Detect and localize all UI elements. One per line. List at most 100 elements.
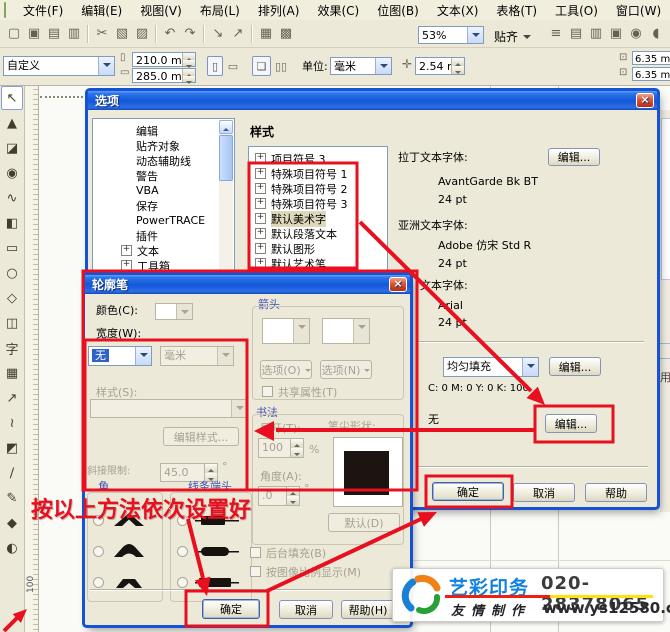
close-icon[interactable] (389, 277, 407, 292)
zoom-tool[interactable]: ◉ (1, 161, 23, 185)
duplicate-y-field[interactable]: 6.35 mm (632, 67, 670, 81)
freehand-tool[interactable]: ∿ (1, 186, 23, 210)
menu-item[interactable]: 布局(L) (191, 0, 249, 21)
snap-dropdown[interactable]: 贴齐 (494, 28, 531, 45)
export-icon[interactable]: ↗ (228, 24, 248, 43)
interactive-fill-tool[interactable]: ◐ (1, 536, 23, 560)
style-list-item[interactable]: 默认艺术笔 (249, 256, 387, 271)
fill-type-combo[interactable]: 均匀填充 (443, 357, 539, 377)
options-tree-item[interactable]: 文本 (93, 243, 234, 258)
options-cancel-button[interactable]: 取消 (513, 483, 575, 502)
spinner-buttons[interactable] (451, 58, 464, 74)
spinner-buttons[interactable] (182, 69, 195, 82)
polygon-tool[interactable]: ◇ (1, 286, 23, 310)
menu-item[interactable]: 文件(F) (14, 0, 72, 21)
text-tool[interactable]: 字 (1, 336, 23, 360)
scale-with-image-checkbox[interactable] (250, 566, 261, 577)
edit-latin-font-button[interactable]: 编辑... (548, 148, 600, 166)
menu-item[interactable]: 排列(A) (249, 0, 309, 21)
duplicate-x-field[interactable]: 6.35 mm (632, 51, 670, 65)
snap-list-icon[interactable]: ≡ (546, 24, 566, 43)
outline-help-button[interactable]: 帮助(H) (341, 600, 395, 619)
cap-round-radio[interactable] (177, 546, 188, 557)
expand-icon[interactable] (255, 198, 266, 209)
print-icon[interactable]: ▥ (64, 24, 84, 43)
cap-square-radio[interactable] (177, 577, 188, 588)
share-attributes-checkbox[interactable] (262, 386, 273, 397)
options-icon[interactable]: ▤ (566, 24, 586, 43)
outline-pen-tool[interactable]: ✎ (1, 486, 23, 510)
expand-icon[interactable] (121, 260, 132, 271)
table-tool[interactable]: ▦ (1, 361, 23, 385)
expand-icon[interactable] (255, 258, 266, 269)
pick-tool[interactable]: ↖ (1, 86, 23, 110)
style-list-item[interactable]: 默认图形 (249, 241, 387, 256)
rectangle-tool[interactable]: ▭ (1, 236, 23, 260)
menu-item[interactable]: 文本(X) (428, 0, 488, 21)
zoom-level-combo[interactable]: 53% (418, 26, 484, 44)
options-tree-item[interactable]: 编辑 (93, 123, 234, 138)
crop-tool[interactable]: ◪ (1, 136, 23, 160)
style-list-item[interactable]: 默认美术字 (249, 211, 387, 226)
open-icon[interactable]: ▣ (24, 24, 44, 43)
options-ok-button[interactable]: 确定 (432, 482, 504, 501)
ellipse-tool[interactable]: ○ (1, 261, 23, 285)
import-icon[interactable]: ↘ (208, 24, 228, 43)
options-tree-item[interactable]: 贴齐对象 (93, 138, 234, 153)
new-icon[interactable]: ▢ (4, 24, 24, 43)
expand-icon[interactable] (255, 213, 266, 224)
edit-fill-button[interactable]: 编辑... (549, 357, 601, 376)
scroll-up-icon[interactable] (219, 120, 233, 134)
menu-item[interactable]: 工具(O) (546, 0, 607, 21)
color-picker[interactable] (155, 303, 193, 320)
all-pages-button[interactable]: ❏ (252, 56, 271, 76)
outline-dialog-titlebar[interactable]: 轮廓笔 (85, 275, 410, 294)
style-list-item[interactable]: 项目符号 3 (249, 151, 387, 166)
undo-icon[interactable]: ↶ (160, 24, 180, 43)
units-combo[interactable]: 毫米 (330, 57, 392, 75)
style-list-item[interactable]: 特殊项目符号 1 (249, 166, 387, 181)
menu-item[interactable]: 表格(T) (487, 0, 546, 21)
chevron-down-icon[interactable] (467, 27, 483, 43)
corner-round-radio[interactable] (93, 546, 104, 557)
chevron-down-icon[interactable] (522, 358, 538, 376)
options-tree-item[interactable]: VBA (93, 183, 234, 198)
fill-tool[interactable]: ◆ (1, 511, 23, 535)
smart-fill-tool[interactable]: ◧ (1, 211, 23, 235)
chevron-down-icon[interactable] (135, 347, 151, 365)
options-tree-item[interactable]: 工具箱 (93, 258, 234, 273)
redo-icon[interactable]: ↷ (180, 24, 200, 43)
options-tree-item[interactable]: 动态辅助线 (93, 153, 234, 168)
save-icon[interactable]: ▤ (44, 24, 64, 43)
page-height-field[interactable]: 285.0 mm (132, 68, 196, 83)
page-preset-combo[interactable]: 自定义 (3, 56, 115, 76)
dimension-tool[interactable]: ↗ (1, 386, 23, 410)
nib-preview[interactable] (333, 437, 403, 507)
view-eye-icon[interactable]: ◉ (626, 24, 646, 43)
edit-outline-button[interactable]: 编辑... (545, 414, 597, 433)
shape-tool[interactable]: ▲ (1, 111, 23, 135)
welcome-screen-icon[interactable]: ▩ (276, 24, 296, 43)
outline-ok-button[interactable]: 确定 (202, 599, 260, 619)
corner-bevel-radio[interactable] (93, 577, 104, 588)
expand-icon[interactable] (255, 243, 266, 254)
scrollbar-thumb[interactable] (219, 135, 233, 181)
export-office-icon[interactable]: ▥ (586, 24, 606, 43)
menu-item[interactable]: 视图(V) (131, 0, 191, 21)
behind-fill-checkbox[interactable] (250, 547, 261, 558)
options-tree-item[interactable]: 警告 (93, 168, 234, 183)
options-help-button[interactable]: 帮助 (585, 483, 647, 502)
facing-pages-button[interactable]: ▯▯ (273, 56, 289, 76)
cut-icon[interactable]: ✂ (92, 24, 112, 43)
page-width-field[interactable]: 210.0 mm (132, 52, 196, 67)
chevron-down-icon[interactable] (98, 57, 114, 75)
blend-tool[interactable]: ◩ (1, 436, 23, 460)
connector-tool[interactable]: ≀ (1, 411, 23, 435)
style-list-item[interactable]: 特殊项目符号 3 (249, 196, 387, 211)
expand-icon[interactable] (255, 153, 266, 164)
options-dialog-titlebar[interactable]: 选项 (88, 91, 657, 110)
expand-icon[interactable] (121, 245, 132, 256)
expand-icon[interactable] (255, 183, 266, 194)
partial-icon[interactable]: ◖ (646, 24, 666, 43)
options-tree-item[interactable]: PowerTRACE (93, 213, 234, 228)
